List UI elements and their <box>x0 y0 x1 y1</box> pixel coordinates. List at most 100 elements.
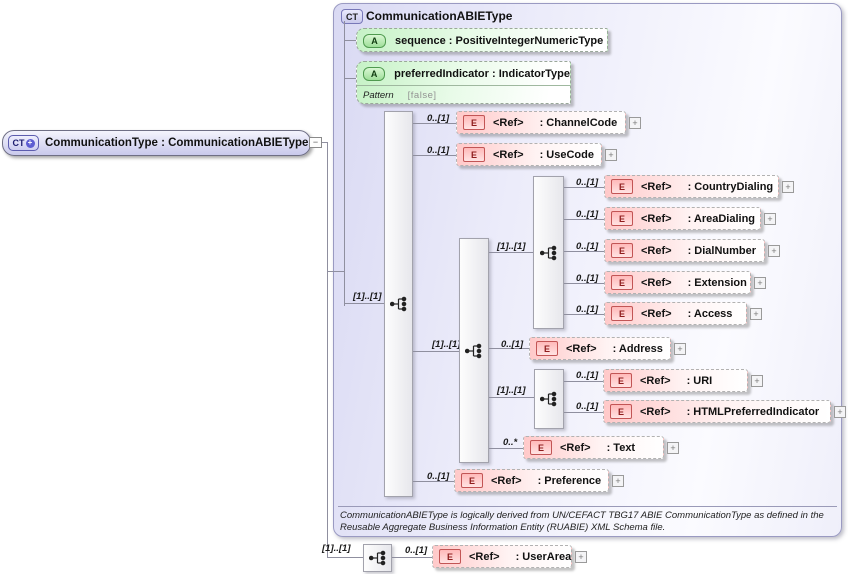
sequence-icon <box>368 550 385 566</box>
element-icon: E <box>611 275 633 290</box>
cardinality-label: 0..[1] <box>427 113 450 124</box>
element-icon: E <box>610 373 632 388</box>
element-text: E <Ref> : Text + <box>523 436 679 459</box>
attribute-preferred-indicator: A preferredIndicator : IndicatorType Pat… <box>356 61 571 104</box>
expand-icon[interactable]: + <box>605 149 617 161</box>
cardinality-label: 0..[1] <box>576 241 599 252</box>
element-icon: E <box>536 341 558 356</box>
sequence-icon <box>539 245 556 260</box>
element-access: E <Ref> : Access + <box>604 302 762 325</box>
connector <box>344 78 356 79</box>
connector <box>489 397 534 398</box>
complextype-icon: CT + <box>8 135 39 151</box>
element-uri: E <Ref> : URI + <box>603 369 763 392</box>
expand-icon[interactable]: + <box>674 343 686 355</box>
element-ref: <Ref> <box>641 180 672 193</box>
attribute-label: preferredIndicator : IndicatorType <box>394 67 570 80</box>
element-icon: E <box>611 211 633 226</box>
expand-icon[interactable]: + <box>768 245 780 257</box>
element-ref: <Ref> <box>641 212 672 225</box>
connector <box>413 351 459 352</box>
element-icon: E <box>611 179 633 194</box>
element-name: : Address <box>612 342 663 355</box>
sequence-group-main <box>384 111 413 497</box>
element-icon: E <box>461 473 483 488</box>
element-name: : Preference <box>537 474 602 487</box>
element-name: : AreaDialing <box>687 212 756 225</box>
element-name: : Access <box>687 307 733 320</box>
sequence-icon <box>465 343 482 358</box>
cardinality-label: 0..[1] <box>576 370 599 381</box>
element-name: : UseCode <box>539 148 594 161</box>
element-channelcode: E <Ref> : ChannelCode + <box>456 111 641 134</box>
connector <box>489 252 533 253</box>
attribute-icon: A <box>363 66 386 81</box>
facet-value: [false] <box>407 89 437 101</box>
element-ref: <Ref> <box>640 405 671 418</box>
cardinality-label: 0..[1] <box>576 401 599 412</box>
connector <box>344 303 384 304</box>
footer-divider <box>338 506 837 507</box>
element-dialnumber: E <Ref> : DialNumber + <box>604 239 780 262</box>
facet-name: Pattern <box>363 89 394 101</box>
attribute-icon: A <box>363 33 386 48</box>
element-ref: <Ref> <box>566 342 597 355</box>
expand-icon[interactable]: + <box>575 551 587 563</box>
cardinality-label: [1]..[1] <box>432 339 461 350</box>
cardinality-label: 0..[1] <box>501 339 524 350</box>
element-ref: <Ref> <box>469 550 500 563</box>
cardinality-label: [1]..[1] <box>497 241 526 252</box>
expand-icon[interactable]: + <box>764 213 776 225</box>
cardinality-label: 0..[1] <box>405 545 428 556</box>
element-name: : HTMLPreferredIndicator <box>686 405 820 418</box>
sequence-group-web <box>534 369 564 429</box>
root-entity-label: CommunicationType : CommunicationABIETyp… <box>45 137 309 149</box>
element-name: : CountryDialing <box>687 180 774 193</box>
cardinality-label: 0..[1] <box>576 273 599 284</box>
pattern-facet: Pattern [false] <box>357 85 570 104</box>
expand-icon[interactable]: + <box>834 406 846 418</box>
derivation-note: CommunicationABIEType is logically deriv… <box>340 510 824 533</box>
panel-title: CommunicationABIEType <box>366 9 513 23</box>
cardinality-label: 0..[1] <box>427 471 450 482</box>
element-htmlpreferredindicator: E <Ref> : HTMLPreferredIndicator + <box>603 400 846 423</box>
connector <box>564 381 603 382</box>
plus-icon: + <box>25 138 35 148</box>
element-address: E <Ref> : Address + <box>529 337 686 360</box>
expand-icon[interactable]: + <box>782 181 794 193</box>
connector <box>344 40 356 41</box>
attribute-label: sequence : PositiveIntegerNumericType <box>395 34 604 47</box>
element-preference: E <Ref> : Preference + <box>454 469 624 492</box>
sequence-icon <box>540 391 557 407</box>
expand-icon[interactable]: + <box>750 308 762 320</box>
element-name: : ChannelCode <box>539 116 618 129</box>
expand-icon[interactable]: + <box>612 475 624 487</box>
connector <box>392 557 432 558</box>
cardinality-label: [1]..[1] <box>497 385 526 396</box>
element-ref: <Ref> <box>641 276 672 289</box>
element-ref: <Ref> <box>560 441 591 454</box>
element-icon: E <box>610 404 632 419</box>
expand-icon[interactable]: + <box>754 277 766 289</box>
element-ref: <Ref> <box>640 374 671 387</box>
expand-icon[interactable]: + <box>667 442 679 454</box>
sequence-group-dial <box>533 176 564 329</box>
element-ref: <Ref> <box>641 244 672 257</box>
connector <box>327 142 328 557</box>
element-ref: <Ref> <box>493 148 524 161</box>
element-name: : URI <box>686 374 713 387</box>
cardinality-label: [1]..[1] <box>322 543 351 554</box>
connector <box>564 412 603 413</box>
root-entity[interactable]: CT + CommunicationType : CommunicationAB… <box>2 130 311 156</box>
element-name: : Extension <box>687 276 747 289</box>
element-name: : Text <box>606 441 636 454</box>
connector <box>344 21 345 306</box>
connector <box>327 271 344 272</box>
expand-icon[interactable]: + <box>629 117 641 129</box>
collapse-icon[interactable]: − <box>309 137 322 148</box>
expand-icon[interactable]: + <box>751 375 763 387</box>
element-icon: E <box>611 306 633 321</box>
element-extension: E <Ref> : Extension + <box>604 271 766 294</box>
attribute-sequence: A sequence : PositiveIntegerNumericType <box>356 28 608 52</box>
element-icon: E <box>611 243 633 258</box>
